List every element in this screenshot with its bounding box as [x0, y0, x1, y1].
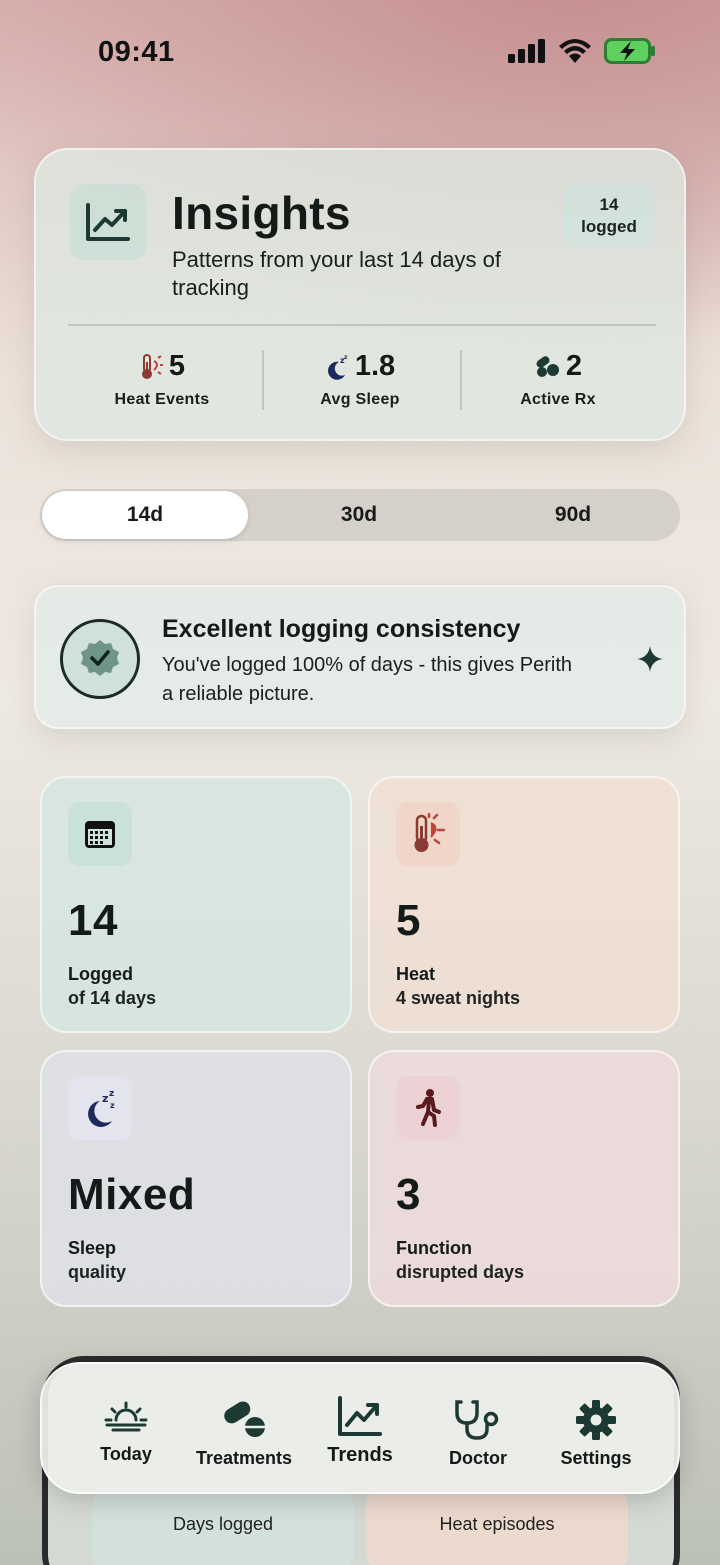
- tile-sleep[interactable]: z z z Mixed Sleep quality: [40, 1050, 352, 1307]
- stat-active-rx: 2 Active Rx: [460, 350, 656, 409]
- tile-sleep-sublabel: quality: [68, 1262, 127, 1282]
- tile-function-label: Function: [396, 1238, 472, 1258]
- stat-sleep-value: 1.8: [354, 350, 396, 382]
- range-option-30d[interactable]: 30d: [254, 489, 464, 541]
- tile-function[interactable]: 3 Function disrupted days: [368, 1050, 680, 1307]
- svg-text:z: z: [344, 354, 348, 361]
- tab-doctor[interactable]: Doctor: [414, 1398, 542, 1469]
- range-selector: 14d 30d 90d: [40, 489, 680, 541]
- pills-icon: [536, 355, 559, 377]
- underlay-label-days-logged: Days logged: [172, 1514, 274, 1534]
- tile-logged[interactable]: 14 Logged of 14 days: [40, 776, 352, 1033]
- stat-heat-events: 5 Heat Events: [64, 350, 260, 409]
- tile-sleep-value: Mixed: [68, 1170, 196, 1219]
- header-divider: [68, 324, 656, 326]
- tile-logged-value: 14: [68, 896, 118, 945]
- insights-header-card: Insights Patterns from your last 14 days…: [34, 148, 686, 441]
- page-title: Insights: [172, 187, 351, 239]
- tab-settings[interactable]: Settings: [532, 1398, 660, 1469]
- tab-trends-label: Trends: [327, 1444, 393, 1466]
- thermometer-sun-icon: [396, 802, 460, 866]
- pills-icon: [180, 1398, 308, 1442]
- underlay-tile-heat-episodes: Heat episodes: [366, 1490, 628, 1565]
- tile-function-value: 3: [396, 1170, 421, 1219]
- gear-icon: [532, 1398, 660, 1442]
- stethoscope-icon: [414, 1398, 542, 1442]
- tab-treatments-label: Treatments: [195, 1448, 293, 1468]
- moon-sleep-icon: z z: [327, 354, 348, 380]
- logged-badge-count: 14: [599, 195, 619, 214]
- range-option-14d[interactable]: 14d: [42, 491, 248, 539]
- svg-text:z: z: [109, 1089, 114, 1099]
- sunrise-icon: [62, 1394, 190, 1438]
- tile-heat-sublabel: 4 sweat nights: [396, 988, 521, 1008]
- tab-today-label: Today: [100, 1444, 152, 1464]
- signal-icon: [508, 39, 545, 63]
- trend-chart-icon: [70, 184, 146, 260]
- tile-heat[interactable]: 5 Heat 4 sweat nights: [368, 776, 680, 1033]
- stat-sleep-label: Avg Sleep: [320, 391, 400, 408]
- consistency-title: Excellent logging consistency: [162, 615, 521, 643]
- range-option-90d[interactable]: 90d: [468, 489, 678, 541]
- underlay-label-heat-episodes: Heat episodes: [439, 1514, 555, 1534]
- battery-charging-icon: [604, 38, 655, 64]
- calendar-icon: [68, 802, 132, 866]
- stat-heat-label: Heat Events: [114, 391, 210, 408]
- sparkle-icon[interactable]: [636, 645, 664, 673]
- underlay-tile-days-logged: Days logged: [92, 1490, 354, 1565]
- tile-heat-label: Heat: [396, 964, 436, 984]
- stat-heat-value: 5: [168, 350, 186, 382]
- stat-rx-value: 2: [565, 350, 583, 382]
- trend-chart-icon: [296, 1394, 424, 1438]
- tile-sleep-label: Sleep: [68, 1238, 117, 1258]
- logged-badge-label: logged: [581, 217, 637, 236]
- bottom-tab-bar: Today Treatments Trends Doctor Settings: [40, 1362, 680, 1494]
- tab-doctor-label: Doctor: [449, 1448, 507, 1468]
- tab-treatments[interactable]: Treatments: [180, 1398, 308, 1469]
- tile-logged-sublabel: of 14 days: [68, 988, 157, 1008]
- wifi-icon: [559, 39, 591, 63]
- stat-rx-label: Active Rx: [520, 391, 596, 408]
- tile-heat-value: 5: [396, 896, 421, 945]
- thermometer-sun-icon: [141, 353, 163, 379]
- consistency-body: You've logged 100% of days - this gives …: [162, 654, 572, 705]
- logged-count-badge: 14 logged: [564, 184, 654, 248]
- walking-icon: [396, 1076, 460, 1140]
- moon-sleep-icon: z z z: [68, 1076, 132, 1140]
- tab-today[interactable]: Today: [62, 1394, 190, 1465]
- status-icons: [508, 38, 656, 64]
- tab-settings-label: Settings: [560, 1448, 632, 1468]
- page-subtitle: Patterns from your last 14 days of track…: [172, 247, 501, 300]
- svg-text:z: z: [102, 1092, 108, 1105]
- stat-avg-sleep: z z 1.8 Avg Sleep: [262, 350, 458, 409]
- svg-text:z: z: [110, 1101, 115, 1110]
- badge-check-icon: [60, 619, 140, 699]
- consistency-card[interactable]: Excellent logging consistency You've log…: [34, 585, 686, 729]
- tile-function-sublabel: disrupted days: [396, 1262, 525, 1282]
- tab-trends[interactable]: Trends: [296, 1394, 424, 1467]
- status-time: 09:41: [98, 36, 175, 68]
- tile-logged-label: Logged: [68, 964, 133, 984]
